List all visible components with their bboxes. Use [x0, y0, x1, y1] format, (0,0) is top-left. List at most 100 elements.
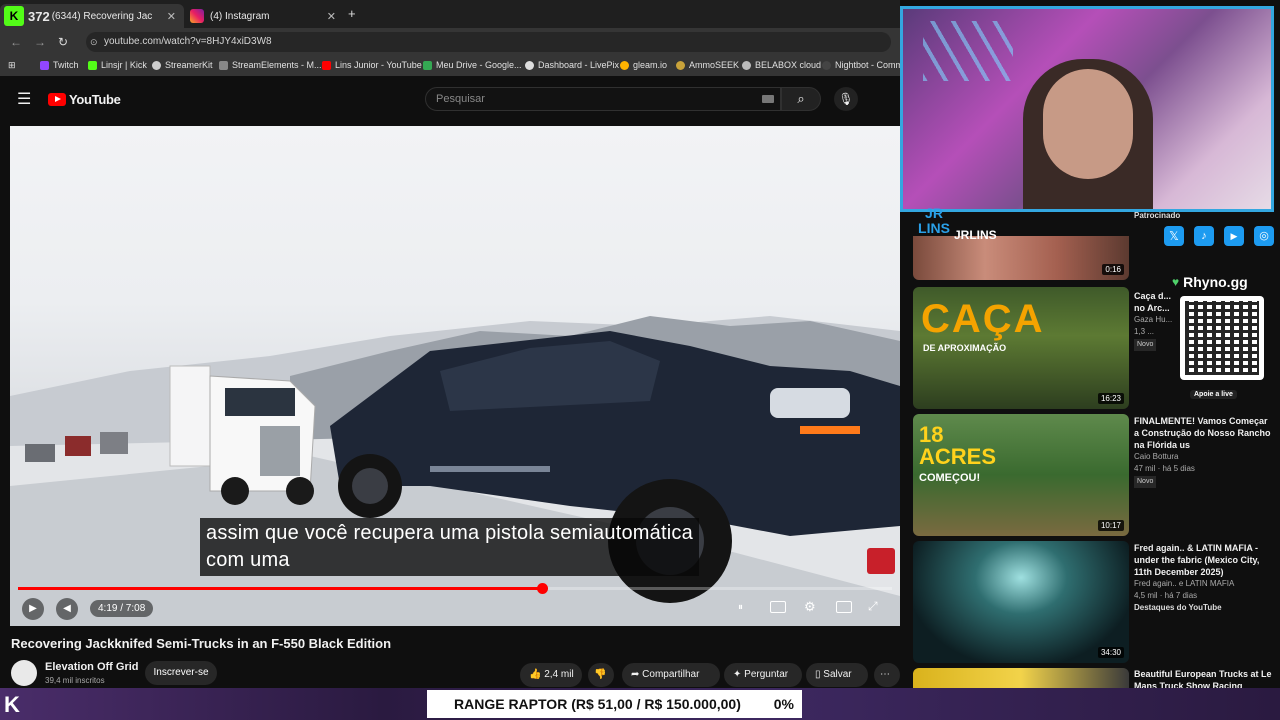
thumbs-down-icon: 👎: [594, 669, 607, 680]
instagram-icon: [190, 9, 204, 23]
player-controls: ▶ ◀ 4:19 / 7:08 ⏸ ⚙ ⤢: [10, 596, 900, 626]
volume-button[interactable]: ◀: [56, 598, 78, 620]
search-input[interactable]: Pesquisar: [425, 87, 781, 111]
duration-badge: 10:17: [1097, 520, 1124, 531]
apps-icon[interactable]: ⊞: [8, 60, 16, 71]
channel-subscribers: 39,4 mil inscritos: [45, 676, 105, 685]
bookmark-nightbot[interactable]: Nightbot - Comm: [822, 60, 903, 70]
dislike-button[interactable]: 👎: [588, 663, 614, 687]
video-channel: Fred again.. e LATIN MAFIA: [1134, 579, 1235, 588]
video-thumbnail[interactable]: [913, 668, 1129, 688]
youtube-logo[interactable]: YouTube: [48, 92, 121, 107]
mic-button[interactable]: 🎙: [834, 87, 858, 111]
forward-icon[interactable]: →: [34, 35, 46, 49]
like-count: 2,4 mil: [544, 669, 574, 680]
x-icon: 𝕏: [1164, 226, 1184, 246]
keyboard-icon[interactable]: [762, 95, 774, 103]
video-thumbnail[interactable]: 34:30: [913, 541, 1129, 663]
back-icon[interactable]: ←: [10, 35, 22, 49]
channel-name[interactable]: Elevation Off Grid: [45, 661, 139, 673]
new-tab-icon[interactable]: +: [348, 6, 356, 21]
instagram-icon: ◎: [1254, 226, 1274, 246]
tab-youtube[interactable]: K 372 (6344) Recovering Jackknifed S ✕: [0, 4, 184, 28]
channel-avatar[interactable]: [11, 660, 37, 686]
sparkle-icon: ✦: [733, 669, 742, 680]
video-meta[interactable]: Beautiful European Trucks at Le Mans Tru…: [1134, 668, 1272, 688]
qr-code: [1180, 296, 1264, 380]
play-button[interactable]: ▶: [22, 598, 44, 620]
ask-button[interactable]: ✦ Perguntar: [724, 663, 802, 687]
duration-badge: 16:23: [1097, 393, 1124, 404]
streamer-name: JRLINS: [954, 228, 997, 242]
heart-icon: ♥: [1172, 275, 1180, 289]
autoplay-toggle[interactable]: ⏸: [738, 602, 743, 613]
video-channel: Gaza Hu...: [1134, 315, 1173, 324]
url-input[interactable]: ⊙ youtube.com/watch?v=8HJY4xiD3W8: [86, 32, 891, 52]
thumbnail-subtext: DE APROXIMAÇÃO: [923, 343, 1007, 353]
bookmark-belabox[interactable]: BELABOX cloud: [742, 60, 821, 70]
video-player[interactable]: assim que você recupera uma pistola semi…: [10, 126, 900, 626]
new-badge: Novo: [1134, 476, 1157, 488]
progress-bar[interactable]: [18, 583, 892, 594]
bookmark-streamerkit[interactable]: StreamerKit: [152, 60, 213, 70]
bookmark-drive[interactable]: Meu Drive - Google...: [423, 60, 522, 70]
bookmark-streamelements[interactable]: StreamElements - M...: [219, 60, 322, 70]
bookmark-twitch[interactable]: Twitch: [40, 60, 79, 70]
close-tab-icon[interactable]: ✕: [167, 10, 176, 23]
site-info-icon[interactable]: ⊙: [90, 32, 98, 52]
like-button[interactable]: 👍 2,4 mil: [520, 663, 582, 687]
support-label: Apoie a live: [1190, 390, 1237, 399]
bookmark-youtube[interactable]: Lins Junior - YouTube: [322, 60, 422, 70]
video-title: Caça d... no Arc...: [1134, 291, 1172, 313]
bookmark-kick[interactable]: Linsjr | Kick: [88, 60, 147, 70]
fullscreen-icon[interactable]: ⤢: [868, 599, 878, 614]
search-button[interactable]: ⌕: [781, 87, 821, 111]
share-button[interactable]: ➦ Compartilhar: [622, 663, 720, 687]
bookmarks-bar: ⊞ Twitch Linsjr | Kick StreamerKit Strea…: [0, 56, 903, 76]
kick-icon: K: [4, 6, 24, 26]
subtitle-line: assim que você recupera uma pistola semi…: [206, 522, 693, 544]
save-button[interactable]: ▯ Salvar: [806, 663, 868, 687]
reload-icon[interactable]: ↻: [58, 35, 68, 49]
subtitle-box: assim que você recupera uma pistola semi…: [200, 518, 699, 576]
tab-count: 372: [28, 8, 50, 24]
subscribe-button[interactable]: Inscrever-se: [145, 661, 217, 685]
youtube-play-icon: [48, 93, 66, 106]
thumbs-up-icon: 👍: [529, 669, 542, 680]
menu-icon[interactable]: ☰: [17, 89, 31, 109]
close-tab-icon[interactable]: ✕: [327, 10, 336, 23]
video-meta[interactable]: FINALMENTE! Vamos Começar a Construção d…: [1134, 415, 1272, 488]
pickup-headlight: [770, 388, 850, 418]
settings-icon[interactable]: ⚙: [804, 599, 816, 615]
time-display: 4:19 / 7:08: [90, 600, 154, 617]
tab-instagram[interactable]: (4) Instagram ✕: [184, 4, 344, 28]
streamer-logo: JR LINS: [918, 205, 950, 236]
video-meta[interactable]: Caça d... no Arc... Gaza Hu... 1,3 ... N…: [1134, 290, 1178, 351]
video-title: FINALMENTE! Vamos Começar a Construção d…: [1134, 416, 1271, 450]
bookmark-gleam[interactable]: gleam.io: [620, 60, 667, 70]
bookmark-livepix[interactable]: Dashboard - LivePix: [525, 60, 619, 70]
channel-watermark[interactable]: [867, 548, 895, 574]
highlights-label: Destaques do YouTube: [1134, 603, 1222, 612]
new-badge: Novo: [1134, 339, 1157, 351]
miniplayer-icon[interactable]: [836, 601, 852, 613]
video-title: Recovering Jackknifed Semi-Trucks in an …: [11, 636, 392, 651]
save-label: Salvar: [823, 669, 852, 680]
bookmark-icon: ▯: [815, 669, 821, 680]
url-text: youtube.com/watch?v=8HJY4xiD3W8: [104, 36, 272, 47]
streamer-banner: JR LINS JRLINS 𝕏 ♪ ▶ ◎: [912, 206, 1278, 250]
qr-pattern: [1185, 301, 1259, 375]
captions-icon[interactable]: [770, 601, 786, 613]
more-actions-button[interactable]: ⋯: [874, 663, 900, 687]
video-thumbnail[interactable]: CAÇA DE APROXIMAÇÃO 16:23: [913, 287, 1129, 409]
bookmark-ammoseek[interactable]: AmmoSEEK: [676, 60, 739, 70]
tiktok-icon: ♪: [1194, 226, 1214, 246]
subtitle-line: com uma: [206, 549, 290, 571]
youtube-logo-text: YouTube: [69, 92, 121, 107]
distant-truck: [25, 444, 55, 462]
tab-label: (6344) Recovering Jackknifed S: [51, 10, 152, 22]
video-meta[interactable]: Fred again.. & LATIN MAFIA - under the f…: [1134, 542, 1272, 614]
video-thumbnail[interactable]: 18 ACRES COMEÇOU! 10:17: [913, 414, 1129, 536]
video-stats: 47 mil · há 5 dias: [1134, 464, 1195, 473]
video-stats: 1,3 ...: [1134, 327, 1155, 336]
